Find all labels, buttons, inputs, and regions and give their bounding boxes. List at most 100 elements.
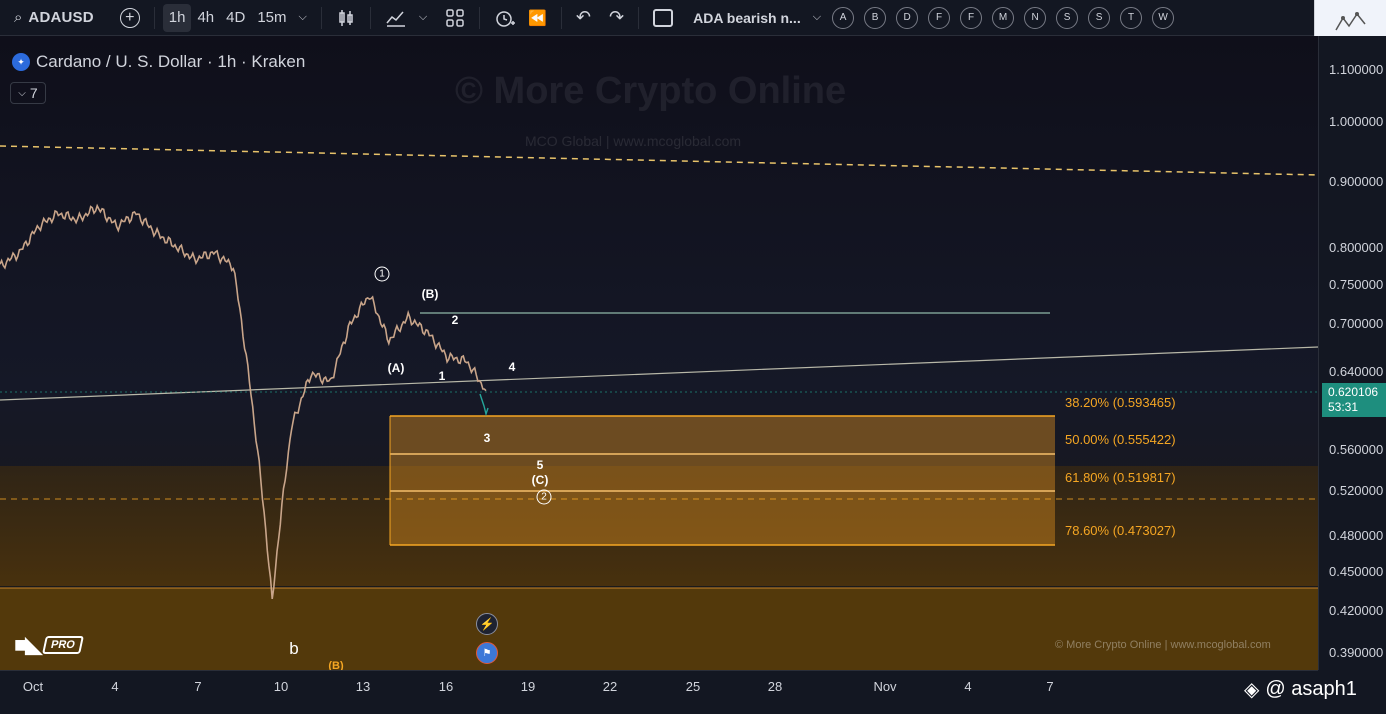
time-tick-label: 7	[1046, 679, 1054, 694]
toolbar-divider	[153, 6, 155, 29]
toolbar-divider	[638, 6, 640, 29]
plus-circle-icon: +	[119, 7, 140, 28]
watermark-bottom: © More Crypto Online | www.mcoglobal.com	[1055, 639, 1271, 651]
indicators-dropdown-button[interactable]: ⌵	[413, 4, 433, 32]
time-tick-label: 10	[273, 679, 289, 694]
wave-label-a: (A)	[387, 361, 405, 375]
price-tick-label: 0.450000	[1329, 564, 1384, 579]
price-tick-label: 0.390000	[1329, 645, 1384, 660]
top-toolbar: ⌕ ADAUSD + 1h 4h 4D 15m ⌵ ⌵ ⏪ ↶ ↷ ADA be…	[0, 0, 1386, 36]
quick-button-a[interactable]: A	[832, 6, 855, 29]
interval-1h-button[interactable]: 1h	[162, 3, 192, 32]
toolbar-divider	[560, 6, 562, 29]
fib-label-500: 50.00% (0.555422)	[1065, 432, 1176, 447]
candles-icon	[339, 9, 353, 26]
quick-buttons: A B D F F M N S S T W	[827, 0, 1179, 36]
chevron-down-icon: ⌵	[298, 11, 307, 23]
interval-4d-button[interactable]: 4D	[220, 4, 251, 32]
layout-name-button[interactable]: ADA bearish n...	[687, 4, 807, 32]
time-tick-label: 16	[438, 679, 454, 694]
alarm-clock-icon	[496, 10, 516, 27]
current-price-value: 0.620106	[1328, 385, 1379, 399]
square-icon	[653, 8, 674, 27]
wave-label-circle-1: 1	[374, 266, 390, 282]
tradingview-logo-icon: ■◣	[14, 632, 42, 657]
pro-badge: PRO	[42, 636, 84, 654]
price-tick-label: 0.560000	[1329, 442, 1384, 457]
symbol-name: ADAUSD	[28, 9, 94, 26]
quick-button-d[interactable]: D	[896, 6, 919, 29]
layout-name: ADA bearish n...	[693, 9, 801, 26]
indicators-button[interactable]	[379, 4, 413, 32]
wave-label-4: 4	[508, 360, 516, 374]
watermark-main: © More Crypto Online	[455, 70, 847, 112]
quick-button-s1[interactable]: S	[1056, 6, 1079, 29]
time-tick-label: Nov	[873, 679, 897, 694]
search-icon: ⌕	[14, 9, 23, 26]
time-tick-label: Oct	[22, 679, 44, 694]
quick-button-f1[interactable]: F	[928, 6, 951, 29]
rewind-icon: ⏪	[528, 9, 547, 27]
alert-button[interactable]	[488, 4, 522, 32]
fib-label-618: 61.80% (0.519817)	[1065, 470, 1176, 485]
fullscreen-toggle-button[interactable]	[647, 4, 679, 32]
legend-title: Cardano / U. S. Dollar · 1h · Kraken	[36, 52, 306, 71]
time-tick-label: 7	[194, 679, 202, 694]
time-tick-label: 19	[520, 679, 536, 694]
wave-label-c: (C)	[531, 473, 549, 487]
wave-label-small-b: b	[289, 639, 299, 658]
fib-label-382: 38.20% (0.593465)	[1065, 395, 1176, 410]
price-tick-label: 1.000000	[1329, 114, 1384, 129]
chevron-down-icon: ⌵	[812, 11, 822, 23]
indicators-toggle-button[interactable]: ⌵ 7	[10, 82, 46, 104]
binance-logo-icon: ◈	[1244, 679, 1260, 701]
price-tick-label: 0.420000	[1329, 603, 1384, 618]
tradingview-pro-logo: ■◣ PRO	[14, 632, 84, 658]
us-flag-event-icon[interactable]: ⚑	[476, 642, 498, 664]
price-tick-label: 0.800000	[1329, 240, 1384, 255]
chart-type-button[interactable]	[330, 4, 362, 32]
lightning-event-icon[interactable]: ⚡	[476, 613, 498, 635]
quick-button-s2[interactable]: S	[1088, 6, 1111, 29]
interval-15m-button[interactable]: 15m	[251, 4, 292, 32]
replay-button[interactable]: ⏪	[522, 4, 553, 32]
drawing-tools-icon	[1334, 12, 1366, 31]
layout-dropdown-button[interactable]: ⌵	[807, 4, 827, 32]
wave-label-5: 5	[536, 458, 544, 472]
quick-button-b[interactable]: B	[864, 6, 887, 29]
price-tick-label: 0.700000	[1329, 316, 1384, 331]
quick-button-f2[interactable]: F	[960, 6, 983, 29]
redo-button[interactable]: ↷	[603, 4, 630, 32]
quick-button-w[interactable]: W	[1152, 6, 1175, 29]
time-tick-label: 25	[685, 679, 701, 694]
interval-dropdown-button[interactable]: ⌵	[293, 4, 313, 32]
layouts-button[interactable]	[439, 4, 471, 32]
undo-icon: ↶	[575, 7, 591, 27]
quick-button-m[interactable]: M	[992, 6, 1015, 29]
wave-label-1: 1	[438, 369, 446, 383]
interval-4h-button[interactable]: 4h	[191, 4, 220, 32]
toolbar-divider	[320, 6, 322, 29]
price-tick-label: 0.900000	[1329, 174, 1384, 189]
compare-symbol-button[interactable]: +	[114, 4, 146, 32]
time-tick-label: 13	[355, 679, 371, 694]
redo-icon: ↷	[609, 7, 625, 27]
toolbar-divider	[369, 6, 371, 29]
fib-label-786: 78.60% (0.473027)	[1065, 523, 1176, 538]
price-chart[interactable]	[0, 36, 1318, 670]
indicators-icon	[386, 11, 405, 27]
undo-button[interactable]: ↶	[570, 4, 597, 32]
time-tick-label: 4	[111, 679, 119, 694]
user-watermark: ◈ @ asaph1	[1244, 677, 1357, 702]
time-tick-label: 4	[964, 679, 972, 694]
quick-button-t[interactable]: T	[1120, 6, 1143, 29]
wave-label-2: 2	[451, 313, 459, 327]
time-tick-label: 22	[602, 679, 618, 694]
price-axis[interactable]: 1.100000 1.000000 0.900000 0.800000 0.75…	[1318, 36, 1386, 670]
indicator-count: 7	[29, 85, 38, 101]
symbol-search-button[interactable]: ⌕ ADAUSD	[8, 4, 100, 32]
price-tick-label: 0.640000	[1329, 364, 1384, 379]
quick-button-n[interactable]: N	[1024, 6, 1047, 29]
time-axis[interactable]: Oct 4 7 10 13 16 19 22 25 28 Nov 4 7	[0, 670, 1318, 714]
chart-legend[interactable]: ✦ Cardano / U. S. Dollar · 1h · Kraken	[12, 52, 305, 72]
